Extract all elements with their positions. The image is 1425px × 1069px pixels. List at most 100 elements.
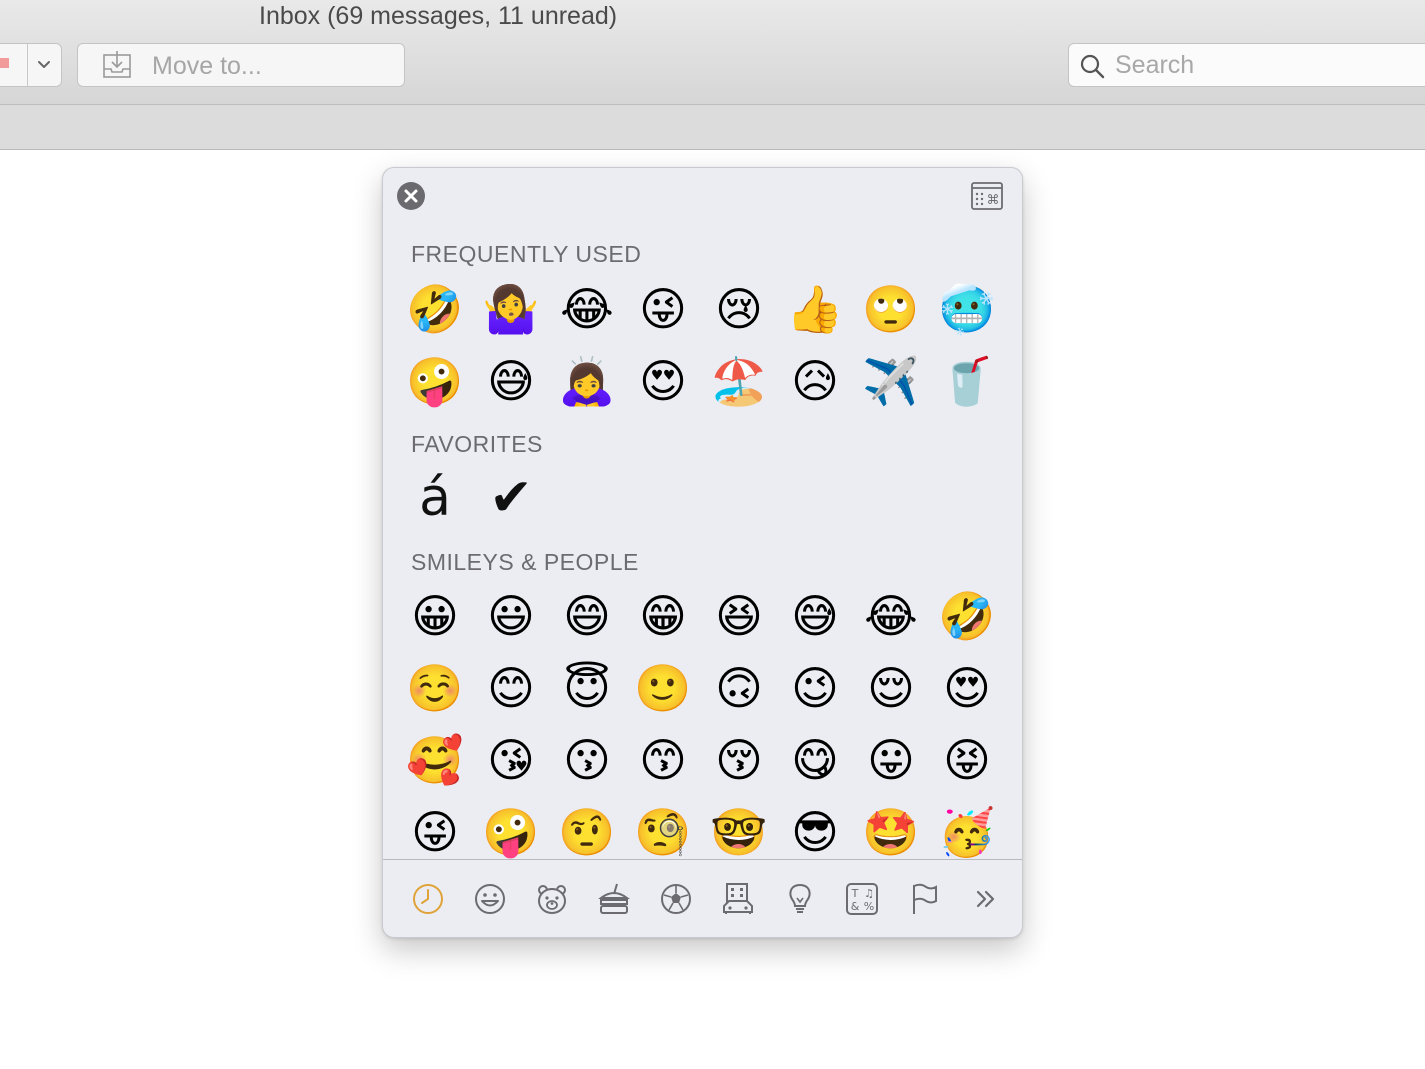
emoji-cell[interactable]: 😀 <box>397 580 473 652</box>
emoji-cell[interactable]: 🧐 <box>625 796 701 859</box>
emoji-cell[interactable]: 😎 <box>777 796 853 859</box>
category-more[interactable] <box>955 874 1017 924</box>
building-car-icon <box>723 883 753 914</box>
emoji-cell[interactable]: 🙃 <box>701 652 777 724</box>
emoji-cell[interactable]: ✈️ <box>853 345 929 417</box>
button-divider <box>27 44 28 86</box>
emoji-cell[interactable]: 🥳 <box>929 796 1005 859</box>
emoji-cell[interactable]: 😁 <box>625 580 701 652</box>
emoji-cell[interactable]: ☺️ <box>397 652 473 724</box>
svg-text:%: % <box>864 900 874 913</box>
emoji-picker-panel: ⌘ FREQUENTLY USED 🤣 🤷‍♀️ 😂 😜 😢 👍 🙄 🥶 🤪 😅… <box>382 167 1023 938</box>
emoji-cell[interactable]: 🥰 <box>397 724 473 796</box>
burger-icon <box>598 883 630 914</box>
emoji-cell[interactable]: 🥶 <box>929 273 1005 345</box>
emoji-cell[interactable]: 🤩 <box>853 796 929 859</box>
emoji-cell[interactable]: 😍 <box>625 345 701 417</box>
favorite-character[interactable]: ✔ <box>473 462 549 534</box>
move-to-button[interactable]: Move to... <box>77 43 405 87</box>
svg-text:⌘: ⌘ <box>987 193 1000 208</box>
category-bar-divider <box>383 859 1022 860</box>
category-animals[interactable] <box>521 874 583 924</box>
emoji-cell[interactable]: 🤪 <box>473 796 549 859</box>
emoji-cell[interactable]: 😊 <box>473 652 549 724</box>
emoji-cell[interactable]: 😝 <box>929 724 1005 796</box>
svg-text:&: & <box>851 900 860 913</box>
svg-text:T: T <box>851 887 859 900</box>
emoji-cell[interactable]: 😙 <box>625 724 701 796</box>
category-flags[interactable] <box>893 874 955 924</box>
emoji-cell[interactable]: 😅 <box>473 345 549 417</box>
lightbulb-icon <box>789 883 811 913</box>
category-activity[interactable] <box>645 874 707 924</box>
emoji-cell[interactable]: 😇 <box>549 652 625 724</box>
emoji-cell[interactable]: 👍 <box>777 273 853 345</box>
emoji-cell[interactable]: 😜 <box>625 273 701 345</box>
emoji-cell[interactable]: 🤷‍♀️ <box>473 273 549 345</box>
emoji-cell[interactable]: 😗 <box>549 724 625 796</box>
frequently-used-grid: 🤣 🤷‍♀️ 😂 😜 😢 👍 🙄 🥶 🤪 😅 🙇‍♀️ 😍 🏖️ 😥 ✈️ 🥤 <box>397 273 1005 417</box>
chevron-down-icon[interactable] <box>35 55 53 73</box>
emoji-cell[interactable]: 😂 <box>853 580 929 652</box>
section-title-frequently-used: FREQUENTLY USED <box>411 241 642 267</box>
category-smileys[interactable] <box>459 874 521 924</box>
bear-icon <box>538 885 566 914</box>
category-symbols[interactable]: T ♫ & % <box>831 874 893 924</box>
smileys-scroll-area[interactable]: 😀 😃 😄 😁 😆 😅 😂 🤣 ☺️ 😊 😇 🙂 🙃 😉 😌 😍 🥰 😘 😗 😙… <box>383 568 1022 859</box>
flag-color-icon <box>0 58 9 68</box>
emoji-cell[interactable]: 😢 <box>701 273 777 345</box>
move-to-tray-icon <box>103 51 131 78</box>
emoji-cell[interactable]: 🥤 <box>929 345 1005 417</box>
close-button[interactable] <box>397 182 425 210</box>
favorites-grid: á ✔ <box>397 462 1005 534</box>
emoji-cell[interactable]: 😚 <box>701 724 777 796</box>
smiley-icon <box>475 884 505 914</box>
emoji-cell[interactable]: 😍 <box>929 652 1005 724</box>
mail-toolbar: Inbox (69 messages, 11 unread) Move to..… <box>0 0 1425 105</box>
search-icon <box>1080 54 1105 79</box>
category-objects[interactable] <box>769 874 831 924</box>
search-input[interactable] <box>1115 49 1415 81</box>
category-recent[interactable] <box>397 874 459 924</box>
favorite-character[interactable]: á <box>397 462 473 534</box>
clock-icon <box>413 884 443 914</box>
emoji-cell[interactable]: 😅 <box>777 580 853 652</box>
emoji-cell[interactable]: 🙂 <box>625 652 701 724</box>
emoji-cell[interactable]: 😥 <box>777 345 853 417</box>
emoji-cell[interactable]: 🏖️ <box>701 345 777 417</box>
smileys-people-grid: 😀 😃 😄 😁 😆 😅 😂 🤣 ☺️ 😊 😇 🙂 🙃 😉 😌 😍 🥰 😘 😗 😙… <box>397 580 1005 859</box>
window-title: Inbox (69 messages, 11 unread) <box>259 2 618 30</box>
emoji-cell[interactable]: 😆 <box>701 580 777 652</box>
emoji-cell[interactable]: 🤨 <box>549 796 625 859</box>
flag-menu-button[interactable] <box>0 43 62 87</box>
emoji-cell[interactable]: 🤣 <box>929 580 1005 652</box>
flag-icon <box>913 883 937 914</box>
double-chevron-icon <box>976 890 995 908</box>
category-bar: T ♫ & % <box>397 874 1017 924</box>
emoji-cell[interactable]: 🙇‍♀️ <box>549 345 625 417</box>
emoji-cell[interactable]: 😛 <box>853 724 929 796</box>
character-viewer-icon: ⌘ <box>971 182 1003 210</box>
emoji-cell[interactable]: 😄 <box>549 580 625 652</box>
emoji-cell[interactable]: 😃 <box>473 580 549 652</box>
emoji-cell[interactable]: 🤣 <box>397 273 473 345</box>
emoji-cell[interactable]: 🤓 <box>701 796 777 859</box>
category-travel[interactable] <box>707 874 769 924</box>
svg-text:♫: ♫ <box>864 887 874 900</box>
column-header-bar <box>0 105 1425 150</box>
soccer-ball-icon <box>661 884 691 914</box>
emoji-cell[interactable]: 😘 <box>473 724 549 796</box>
move-to-label: Move to... <box>152 52 262 80</box>
search-field[interactable] <box>1068 43 1425 87</box>
character-viewer-button[interactable]: ⌘ <box>971 182 1003 210</box>
section-title-favorites: FAVORITES <box>411 431 543 457</box>
category-food[interactable] <box>583 874 645 924</box>
emoji-cell[interactable]: 🤪 <box>397 345 473 417</box>
emoji-cell[interactable]: 😋 <box>777 724 853 796</box>
emoji-cell[interactable]: 😌 <box>853 652 929 724</box>
close-icon <box>404 189 418 203</box>
emoji-cell[interactable]: 🙄 <box>853 273 929 345</box>
emoji-cell[interactable]: 😉 <box>777 652 853 724</box>
emoji-cell[interactable]: 😂 <box>549 273 625 345</box>
emoji-cell[interactable]: 😜 <box>397 796 473 859</box>
